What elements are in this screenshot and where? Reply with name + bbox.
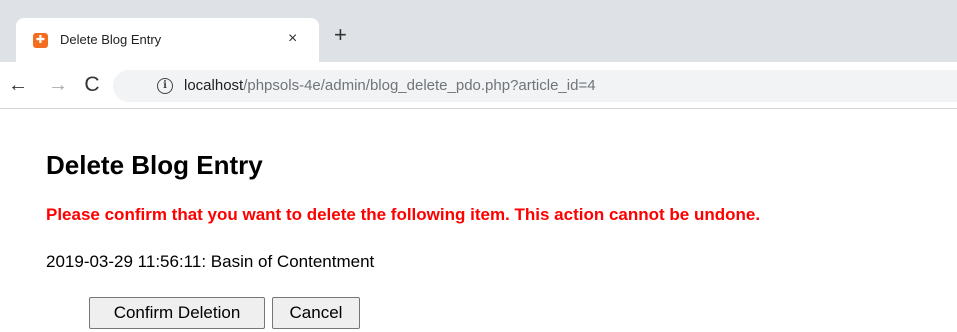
browser-tab-strip: ✚ Delete Blog Entry × + (0, 0, 957, 62)
page-title: Delete Blog Entry (46, 150, 263, 180)
warning-message: Please confirm that you want to delete t… (46, 205, 761, 224)
browser-tab[interactable]: ✚ Delete Blog Entry × (16, 18, 319, 62)
reload-icon[interactable]: C (81, 74, 103, 96)
url-host: localhost (184, 77, 244, 94)
new-tab-button[interactable]: + (334, 23, 347, 47)
close-tab-icon[interactable]: × (288, 30, 297, 48)
xampp-icon: ✚ (33, 33, 48, 48)
url-path: /phpsols-4e/admin/blog_delete_pdo.php?ar… (243, 77, 596, 94)
cancel-button[interactable]: Cancel (272, 297, 360, 329)
url-text[interactable]: localhost/phpsols-4e/admin/blog_delete_p… (184, 77, 596, 94)
browser-toolbar: ← → C i localhost/phpsols-4e/admin/blog_… (0, 62, 957, 109)
address-bar[interactable]: i localhost/phpsols-4e/admin/blog_delete… (113, 70, 957, 102)
forward-arrow-icon[interactable]: → (47, 74, 69, 96)
tab-title: Delete Blog Entry (60, 32, 162, 47)
back-arrow-icon[interactable]: ← (7, 74, 29, 96)
info-icon[interactable]: i (157, 78, 173, 94)
blog-entry-details: 2019-03-29 11:56:11: Basin of Contentmen… (46, 252, 375, 271)
confirm-deletion-button[interactable]: Confirm Deletion (89, 297, 265, 329)
